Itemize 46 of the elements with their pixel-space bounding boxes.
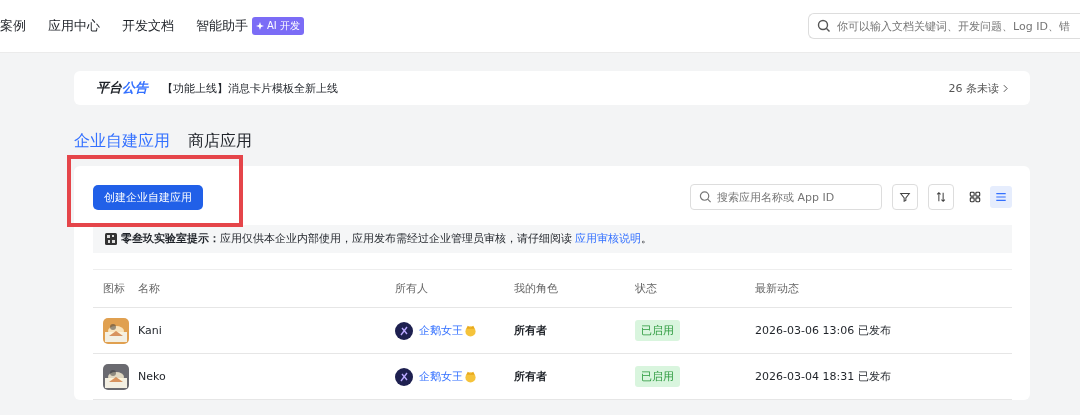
nav-link[interactable]: 开发文档 [122, 17, 174, 35]
tab[interactable]: 企业自建应用 [74, 131, 170, 152]
column-header: 所有人 [395, 281, 429, 296]
status-tag: 已启用 [635, 366, 680, 387]
tip-text: 零叁玖实验室提示：应用仅供本企业内部使用，应用发布需经过企业管理员审核，请仔细阅读 应用审核说明。 [121, 232, 653, 246]
nav-link[interactable]: 智能助手 [196, 17, 248, 35]
column-header: 我的角色 [514, 281, 559, 296]
nav-link[interactable]: 应用中心 [48, 17, 100, 35]
list-view-button[interactable] [990, 186, 1012, 208]
avatar-icon [395, 321, 413, 340]
ai-badge: AI 开发 [252, 17, 304, 35]
table-cell-text: Neko [138, 370, 167, 383]
face-emoji-icon [464, 370, 477, 383]
lab-logo-icon [105, 233, 117, 245]
column-header: 名称 [138, 281, 161, 296]
face-emoji-icon [464, 324, 477, 337]
table-cell-text: Kani [138, 324, 163, 337]
create-app-button[interactable]: 创建企业自建应用 [93, 184, 203, 210]
tab[interactable]: 商店应用 [188, 131, 252, 152]
column-header: 最新动态 [755, 281, 800, 296]
filter-button[interactable] [892, 184, 918, 210]
owner-link[interactable]: 企鹅女王 [419, 323, 463, 338]
filter-icon [899, 191, 911, 203]
search-icon [699, 190, 712, 204]
table-cell-text: 2026-03-06 13:06 已发布 [755, 323, 892, 338]
table-cell-text: 所有者 [514, 323, 548, 338]
list-icon [995, 191, 1007, 203]
column-header: 状态 [635, 281, 658, 296]
table-cell-text: 2026-03-04 18:31 已发布 [755, 369, 892, 384]
column-header: 图标 [102, 281, 126, 296]
announcement-title: 平台公告 [96, 79, 148, 97]
chevron-right-icon [1003, 83, 1008, 93]
search-field[interactable]: 你可以输入文档关键词、开发问题、Log ID、错 [808, 13, 1080, 39]
table-cell-text: 所有者 [514, 369, 548, 384]
unread-link[interactable]: 26 条未读 [948, 80, 1008, 96]
nav-link[interactable]: 案例 [0, 17, 26, 35]
sort-button[interactable] [928, 184, 954, 210]
app-search-field[interactable]: 搜索应用名称或 App ID [690, 184, 882, 210]
announcement-link[interactable]: 【功能上线】消息卡片模板全新上线 [162, 80, 935, 96]
sort-icon [935, 191, 947, 203]
search-icon [817, 19, 831, 33]
owner-link[interactable]: 企鹅女王 [419, 369, 463, 384]
review-guide-link[interactable]: 应用审核说明 [575, 232, 642, 244]
avatar-icon [395, 367, 413, 386]
status-tag: 已启用 [635, 320, 680, 341]
grid-icon [969, 191, 981, 203]
